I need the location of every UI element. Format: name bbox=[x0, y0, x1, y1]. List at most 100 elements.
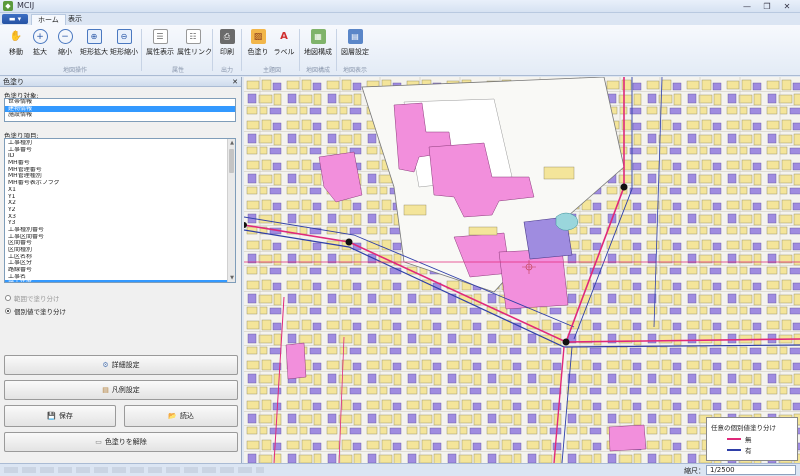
item-list-item[interactable]: MH番号表示フラグ bbox=[5, 180, 235, 187]
scale-input[interactable]: 1/2500 bbox=[706, 465, 796, 475]
item-list-item[interactable]: Y1 bbox=[5, 194, 235, 201]
scroll-thumb[interactable] bbox=[229, 149, 234, 173]
radio-individual-label: 個別値で塗り分け bbox=[14, 308, 66, 316]
attribute-link-icon: ☷ bbox=[185, 29, 201, 44]
clear-paint-button[interactable]: ▭ 色塗りを解除 bbox=[4, 432, 238, 452]
zoom-in-label: 拡大 bbox=[33, 48, 47, 56]
zoom-out-icon: − bbox=[57, 29, 73, 44]
item-list-item[interactable]: ID bbox=[5, 153, 235, 160]
radio-range[interactable]: 範囲で塗り分け bbox=[5, 293, 60, 303]
print-button[interactable]: ⎙ 印刷 bbox=[217, 29, 237, 57]
item-list-item[interactable]: 工事区間番号 bbox=[5, 234, 235, 241]
radio-range-label: 範囲で塗り分け bbox=[14, 295, 60, 303]
group-label-attribute: 属性 bbox=[171, 67, 184, 74]
item-list-item[interactable]: X2 bbox=[5, 200, 235, 207]
item-list-item[interactable]: 工事名 bbox=[5, 274, 235, 281]
map-config-icon: ▦ bbox=[310, 29, 326, 44]
map-canvas[interactable] bbox=[244, 77, 800, 463]
paint-button[interactable]: ▨ 色塗り bbox=[247, 29, 269, 57]
detail-settings-button[interactable]: ⚙ 詳細設定 bbox=[4, 355, 238, 375]
item-list-item[interactable]: MH番号 bbox=[5, 160, 235, 167]
item-list-item[interactable]: 工事区分 bbox=[5, 260, 235, 267]
zoom-in-icon: + bbox=[32, 29, 48, 44]
radio-range-dot[interactable] bbox=[5, 295, 11, 301]
save-button[interactable]: 💾 保存 bbox=[4, 405, 116, 427]
item-list-item[interactable]: 工事種別 bbox=[5, 140, 235, 147]
minimize-button[interactable]: — bbox=[738, 1, 756, 12]
scale-label: 縮尺： bbox=[684, 467, 705, 475]
item-list-item[interactable]: X1 bbox=[5, 187, 235, 194]
title-bar: ◆ MCIJ — ❐ ✕ bbox=[0, 0, 800, 13]
item-list-item[interactable]: 区間番号 bbox=[5, 240, 235, 247]
legend-icon: ▤ bbox=[102, 386, 109, 394]
target-list-item[interactable]: 世帯情報 bbox=[5, 99, 235, 106]
hand-icon: ✋ bbox=[9, 31, 23, 42]
item-list-item[interactable]: 工事番号 bbox=[5, 147, 235, 154]
group-label-output: 出力 bbox=[220, 67, 233, 74]
label-label: ラベル bbox=[273, 48, 295, 56]
status-text bbox=[4, 467, 264, 473]
rect-zoom-out-button[interactable]: ⊖ 矩形縮小 bbox=[110, 29, 138, 57]
legend-title: 任意の個別値塗り分け bbox=[711, 424, 776, 432]
attribute-link-button[interactable]: ☷ 属性リンク bbox=[177, 29, 212, 57]
layer-settings-button[interactable]: ▤ 図層設定 bbox=[341, 29, 369, 57]
print-label: 印刷 bbox=[220, 48, 234, 56]
radio-individual-dot[interactable] bbox=[5, 308, 11, 314]
radio-individual[interactable]: 個別値で塗り分け bbox=[5, 306, 66, 316]
file-menu-button[interactable]: ▬ ▾ bbox=[2, 14, 28, 24]
item-list-item[interactable]: MH管理番号 bbox=[5, 167, 235, 174]
attribute-display-label: 属性表示 bbox=[146, 48, 174, 56]
rect-zoom-out-icon: ⊖ bbox=[116, 29, 132, 44]
map-config-label: 地図構成 bbox=[304, 48, 332, 56]
item-list-scrollbar[interactable]: ▲ ▼ bbox=[227, 139, 235, 282]
item-list-item[interactable]: 工区名称 bbox=[5, 254, 235, 261]
map-config-button[interactable]: ▦ 地図構成 bbox=[304, 29, 332, 57]
printer-icon: ⎙ bbox=[219, 29, 235, 44]
item-list-item[interactable]: 施工年度 bbox=[5, 280, 235, 282]
zoom-out-button[interactable]: − 縮小 bbox=[55, 29, 75, 57]
item-list-item[interactable]: Y3 bbox=[5, 220, 235, 227]
legend-item-label: 無 bbox=[745, 436, 752, 444]
rect-zoom-in-button[interactable]: ⊕ 矩形拡大 bbox=[80, 29, 108, 57]
item-list-item[interactable]: 区間種別 bbox=[5, 247, 235, 254]
restore-button[interactable]: ❐ bbox=[758, 1, 776, 12]
item-list-item[interactable]: MH管理種別 bbox=[5, 173, 235, 180]
zoom-in-button[interactable]: + 拡大 bbox=[30, 29, 50, 57]
attribute-display-button[interactable]: ☰ 属性表示 bbox=[146, 29, 174, 57]
legend-swatch bbox=[727, 449, 741, 451]
label-icon: A bbox=[280, 31, 288, 42]
detail-settings-label: 詳細設定 bbox=[111, 361, 140, 369]
item-listbox[interactable]: 工事種別 工事番号 ID MH番号 MH管理番号 MH管理種別 MH番号表示フラグ X1 Y1 X… bbox=[4, 138, 236, 283]
item-list-item[interactable]: 路線番号 bbox=[5, 267, 235, 274]
rect-zoom-in-icon: ⊕ bbox=[86, 29, 102, 44]
item-list-item[interactable]: X3 bbox=[5, 214, 235, 221]
rect-zoom-in-label: 矩形拡大 bbox=[80, 48, 108, 56]
map-view[interactable] bbox=[244, 77, 800, 463]
target-list-item[interactable]: 施設情報 bbox=[5, 112, 235, 119]
close-window-button[interactable]: ✕ bbox=[778, 1, 796, 12]
item-list-item[interactable]: 工事種別番号 bbox=[5, 227, 235, 234]
legend-item-none: 無 bbox=[727, 434, 752, 444]
load-label: 読込 bbox=[179, 412, 194, 420]
load-button[interactable]: 📂 読込 bbox=[124, 405, 238, 427]
layer-settings-icon: ▤ bbox=[347, 29, 363, 44]
paint-icon: ▨ bbox=[250, 29, 266, 44]
legend-settings-button[interactable]: ▤ 凡例設定 bbox=[4, 380, 238, 400]
save-label: 保存 bbox=[58, 412, 73, 420]
target-listbox[interactable]: 世帯情報 建物情報 施設情報 bbox=[4, 98, 236, 122]
attribute-icon: ☰ bbox=[152, 29, 168, 44]
target-list-item[interactable]: 建物情報 bbox=[5, 105, 235, 113]
panel-close-icon[interactable]: ✕ bbox=[232, 77, 238, 87]
legend-item-label: 有 bbox=[745, 447, 752, 455]
tab-home[interactable]: ホーム bbox=[31, 14, 66, 25]
group-separator bbox=[241, 29, 242, 71]
move-button[interactable]: ✋ 移動 bbox=[6, 29, 26, 57]
rect-zoom-out-label: 矩形縮小 bbox=[110, 48, 138, 56]
group-label-map-config: 地図構成 bbox=[305, 67, 330, 74]
item-list-item[interactable]: Y2 bbox=[5, 207, 235, 214]
label-button[interactable]: A ラベル bbox=[273, 29, 295, 57]
panel-header: 色塗り ✕ bbox=[0, 77, 241, 87]
scroll-down-icon[interactable]: ▼ bbox=[228, 274, 235, 282]
tab-view[interactable]: 表示 bbox=[62, 14, 88, 25]
scroll-up-icon[interactable]: ▲ bbox=[228, 139, 235, 147]
